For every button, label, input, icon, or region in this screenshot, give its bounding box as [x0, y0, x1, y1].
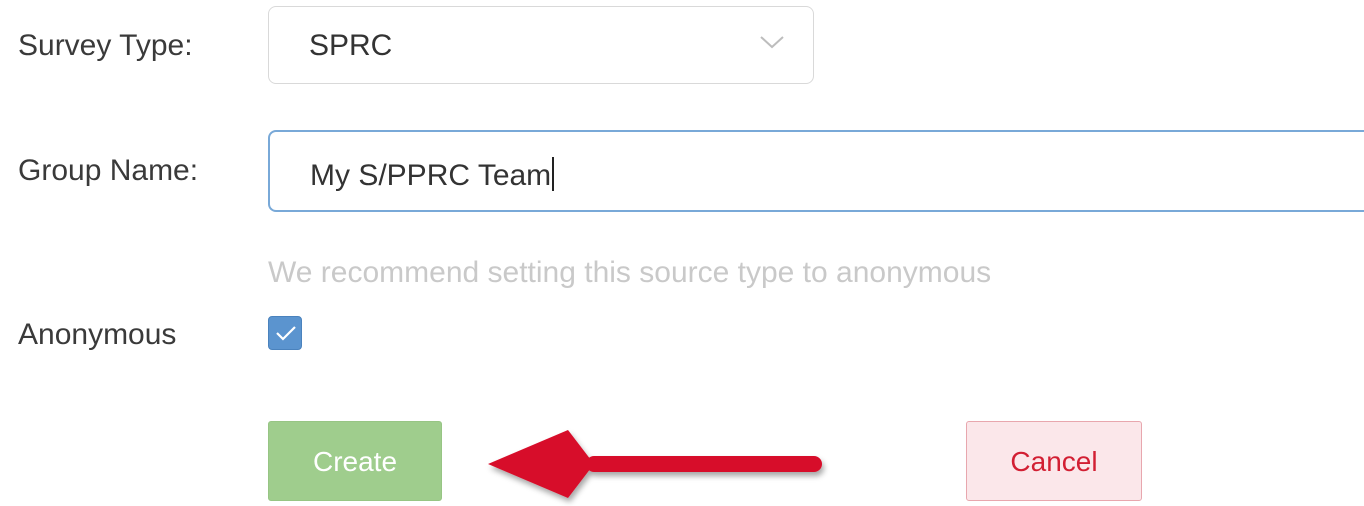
checkmark-icon	[276, 326, 296, 341]
chevron-down-icon	[760, 36, 784, 49]
create-button[interactable]: Create	[268, 421, 442, 501]
anonymous-hint: We recommend setting this source type to…	[268, 256, 992, 289]
survey-type-value: SPRC	[309, 29, 393, 62]
group-name-value: My S/PPRC Team	[310, 157, 555, 191]
group-name-input[interactable]: My S/PPRC Team	[268, 130, 1364, 212]
red-arrow-icon	[488, 430, 822, 498]
anonymous-label: Anonymous	[18, 318, 177, 351]
survey-type-select[interactable]: SPRC	[268, 6, 814, 84]
anonymous-checkbox[interactable]	[268, 316, 302, 350]
survey-type-label: Survey Type:	[18, 29, 193, 62]
cancel-button[interactable]: Cancel	[966, 421, 1142, 501]
text-caret	[552, 157, 555, 191]
group-name-label: Group Name:	[18, 154, 199, 187]
